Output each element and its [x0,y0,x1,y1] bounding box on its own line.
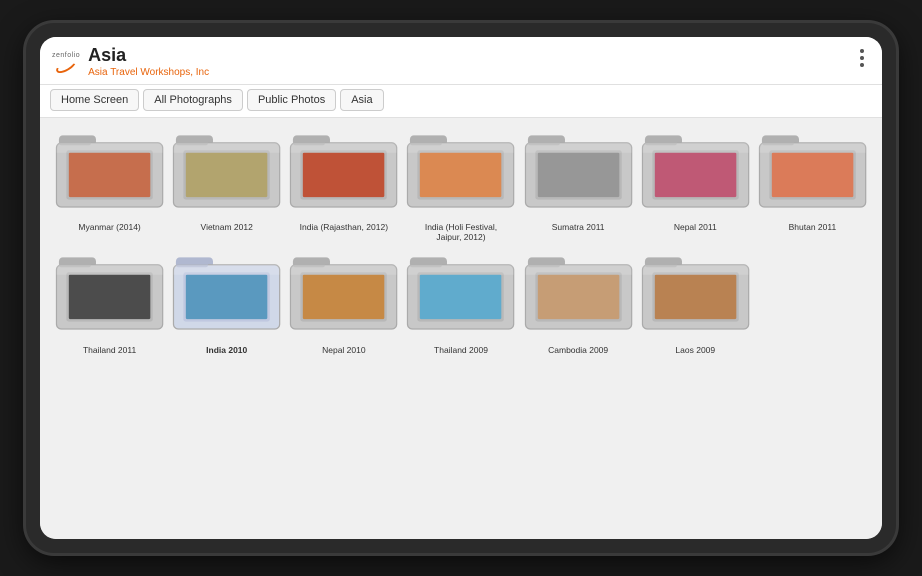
folder-icon [54,250,165,341]
more-dot-1 [860,49,864,53]
folder-item[interactable]: Bhutan 2011 [757,128,868,243]
folder-label: Sumatra 2011 [552,222,605,232]
folder-icon [288,250,399,341]
zenfolio-logo: zenfolio [52,52,80,71]
folder-item[interactable]: Myanmar (2014) [54,128,165,243]
folder-icon [523,128,634,219]
tab-public-photos[interactable]: Public Photos [247,89,336,111]
folder-label: India (Rajasthan, 2012) [300,222,388,232]
folder-label: India (Holi Festival, Jaipur, 2012) [416,222,506,242]
more-dot-3 [860,63,864,67]
folder-label: Thailand 2011 [83,345,136,355]
folder-item[interactable]: Vietnam 2012 [171,128,282,243]
more-dot-2 [860,56,864,60]
folder-label: Vietnam 2012 [201,222,253,232]
folder-item[interactable]: India 2010 [171,250,282,355]
folder-grid: Myanmar (2014) Vietnam 2012 [54,128,868,355]
folder-icon [171,128,282,219]
screen: zenfolio Asia Asia Travel Workshops, Inc… [40,37,882,539]
folder-icon [640,250,751,341]
folder-label: Laos 2009 [675,345,715,355]
nav-tabs: Home Screen All Photographs Public Photo… [40,85,882,118]
folder-icon [757,128,868,219]
folder-label: Cambodia 2009 [548,345,608,355]
folder-icon [171,250,282,341]
folder-label: Bhutan 2011 [789,222,837,232]
top-bar: zenfolio Asia Asia Travel Workshops, Inc [40,37,882,85]
folder-label: Nepal 2011 [674,222,717,232]
page-title: Asia [88,45,209,67]
grid-area: Myanmar (2014) Vietnam 2012 [40,118,882,539]
tab-home-screen[interactable]: Home Screen [50,89,139,111]
device-frame: zenfolio Asia Asia Travel Workshops, Inc… [26,23,896,553]
folder-label: Nepal 2010 [322,345,365,355]
tab-all-photographs[interactable]: All Photographs [143,89,243,111]
zenfolio-text: zenfolio [52,52,80,59]
folder-item[interactable]: Nepal 2011 [640,128,751,243]
folder-icon [405,128,516,219]
folder-label: India 2010 [206,345,247,355]
folder-label: Thailand 2009 [434,345,488,355]
folder-item[interactable]: India (Holi Festival, Jaipur, 2012) [405,128,516,243]
folder-item[interactable]: India (Rajasthan, 2012) [288,128,399,243]
zenfolio-icon [54,56,78,76]
tab-asia[interactable]: Asia [340,89,383,111]
folder-item[interactable]: Cambodia 2009 [523,250,634,355]
title-group: Asia Asia Travel Workshops, Inc [88,45,209,78]
folder-icon [405,250,516,341]
top-bar-left: zenfolio Asia Asia Travel Workshops, Inc [52,45,209,78]
folder-item[interactable]: Sumatra 2011 [523,128,634,243]
folder-icon [640,128,751,219]
folder-icon [288,128,399,219]
folder-item[interactable]: Nepal 2010 [288,250,399,355]
more-menu-button[interactable] [854,45,870,71]
folder-item[interactable]: Laos 2009 [640,250,751,355]
folder-icon [523,250,634,341]
folder-item[interactable]: Thailand 2009 [405,250,516,355]
folder-icon [54,128,165,219]
folder-item[interactable]: Thailand 2011 [54,250,165,355]
folder-label: Myanmar (2014) [78,222,140,232]
subtitle: Asia Travel Workshops, Inc [88,67,209,78]
